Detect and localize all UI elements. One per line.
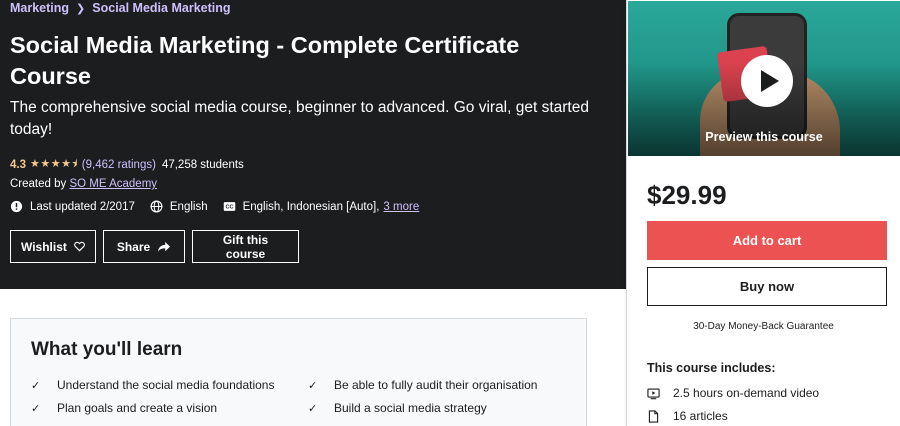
learn-item: ✓ Plan goals and create a vision bbox=[31, 401, 217, 415]
last-updated: Last updated 2/2017 bbox=[10, 200, 135, 213]
buy-now-button[interactable]: Buy now bbox=[647, 267, 887, 306]
course-preview-video[interactable]: Preview this course bbox=[627, 0, 900, 157]
author-link[interactable]: SO ME Academy bbox=[69, 178, 157, 190]
include-item-video: 2.5 hours on-demand video bbox=[647, 386, 819, 400]
globe-icon bbox=[150, 200, 163, 213]
wishlist-button[interactable]: Wishlist bbox=[10, 230, 96, 263]
gift-course-button[interactable]: Gift this course bbox=[192, 230, 299, 263]
star-rating-icon: ★★★★⯨ bbox=[30, 158, 78, 170]
gift-label: Gift this course bbox=[222, 232, 269, 261]
play-icon[interactable] bbox=[741, 55, 793, 107]
language-text: English bbox=[169, 200, 208, 213]
learn-item-text: Plan goals and create a vision bbox=[57, 401, 218, 415]
alert-badge-icon bbox=[10, 200, 23, 213]
captions-text: English, Indonesian [Auto], bbox=[242, 200, 380, 213]
what-you-learn-title: What you'll learn bbox=[31, 339, 183, 360]
include-item-text: 2.5 hours on-demand video bbox=[673, 386, 820, 400]
course-title: Social Media Marketing - Complete Certif… bbox=[10, 32, 520, 89]
money-back-guarantee: 30-Day Money-Back Guarantee bbox=[693, 321, 834, 332]
svg-text:CC: CC bbox=[225, 205, 233, 211]
created-by: Created by SO ME Academy bbox=[10, 178, 157, 190]
learn-item-text: Be able to fully audit their organisatio… bbox=[334, 378, 538, 392]
last-updated-text: Last updated 2/2017 bbox=[30, 200, 135, 213]
course-includes-title: This course includes: bbox=[647, 361, 776, 375]
purchase-sidebar: Preview this course $29.99 Add to cart B… bbox=[626, 0, 900, 426]
captions-more-link[interactable]: 3 more bbox=[383, 201, 419, 213]
rating-value: 4.3 bbox=[10, 158, 26, 171]
include-item-text: 16 articles bbox=[673, 409, 728, 423]
learn-item: ✓ Be able to fully audit their organisat… bbox=[308, 378, 537, 392]
course-meta: Last updated 2/2017 English CC English, … bbox=[10, 200, 434, 213]
ratings-count-link[interactable]: (9,462 ratings) bbox=[82, 159, 156, 171]
course-price: $29.99 bbox=[647, 180, 727, 210]
share-label: Share bbox=[116, 239, 151, 254]
preview-label: Preview this course bbox=[705, 130, 823, 144]
learn-item-text: Understand the social media foundations bbox=[57, 378, 275, 392]
course-actions: Wishlist Share Gift this course bbox=[10, 230, 299, 263]
video-icon bbox=[647, 387, 660, 399]
created-by-label: Created by bbox=[10, 178, 67, 190]
checkmark-icon: ✓ bbox=[308, 379, 318, 392]
share-button[interactable]: Share bbox=[103, 230, 185, 263]
students-count: 47,258 students bbox=[161, 158, 244, 171]
language: English bbox=[150, 200, 208, 213]
captions: CC English, Indonesian [Auto], 3 more bbox=[223, 200, 419, 213]
closed-captions-icon: CC bbox=[223, 202, 235, 211]
learn-item: ✓ Understand the social media foundation… bbox=[31, 378, 274, 392]
breadcrumb-item-social-media-marketing[interactable]: Social Media Marketing bbox=[92, 1, 230, 15]
wishlist-label: Wishlist bbox=[21, 239, 67, 254]
include-item-articles: 16 articles bbox=[647, 409, 728, 423]
rating-row: 4.3 ★★★★⯨ (9,462 ratings) 47,258 student… bbox=[10, 155, 244, 174]
learn-item-text: Build a social media strategy bbox=[334, 401, 487, 415]
checkmark-icon: ✓ bbox=[308, 402, 318, 415]
learn-item: ✓ Build a social media strategy bbox=[308, 401, 487, 415]
file-icon bbox=[648, 409, 659, 423]
course-subtitle: The comprehensive social media course, b… bbox=[10, 99, 589, 138]
breadcrumb-item-marketing[interactable]: Marketing bbox=[10, 1, 69, 15]
heart-icon bbox=[74, 241, 85, 252]
add-to-cart-button[interactable]: Add to cart bbox=[647, 221, 887, 260]
breadcrumb: Marketing ❯ Social Media Marketing bbox=[10, 1, 231, 15]
chevron-right-icon: ❯ bbox=[76, 2, 86, 15]
share-arrow-icon bbox=[158, 241, 171, 252]
checkmark-icon: ✓ bbox=[31, 402, 41, 415]
checkmark-icon: ✓ bbox=[31, 379, 41, 392]
what-you-learn-box: What you'll learn ✓ Understand the socia… bbox=[10, 318, 587, 426]
